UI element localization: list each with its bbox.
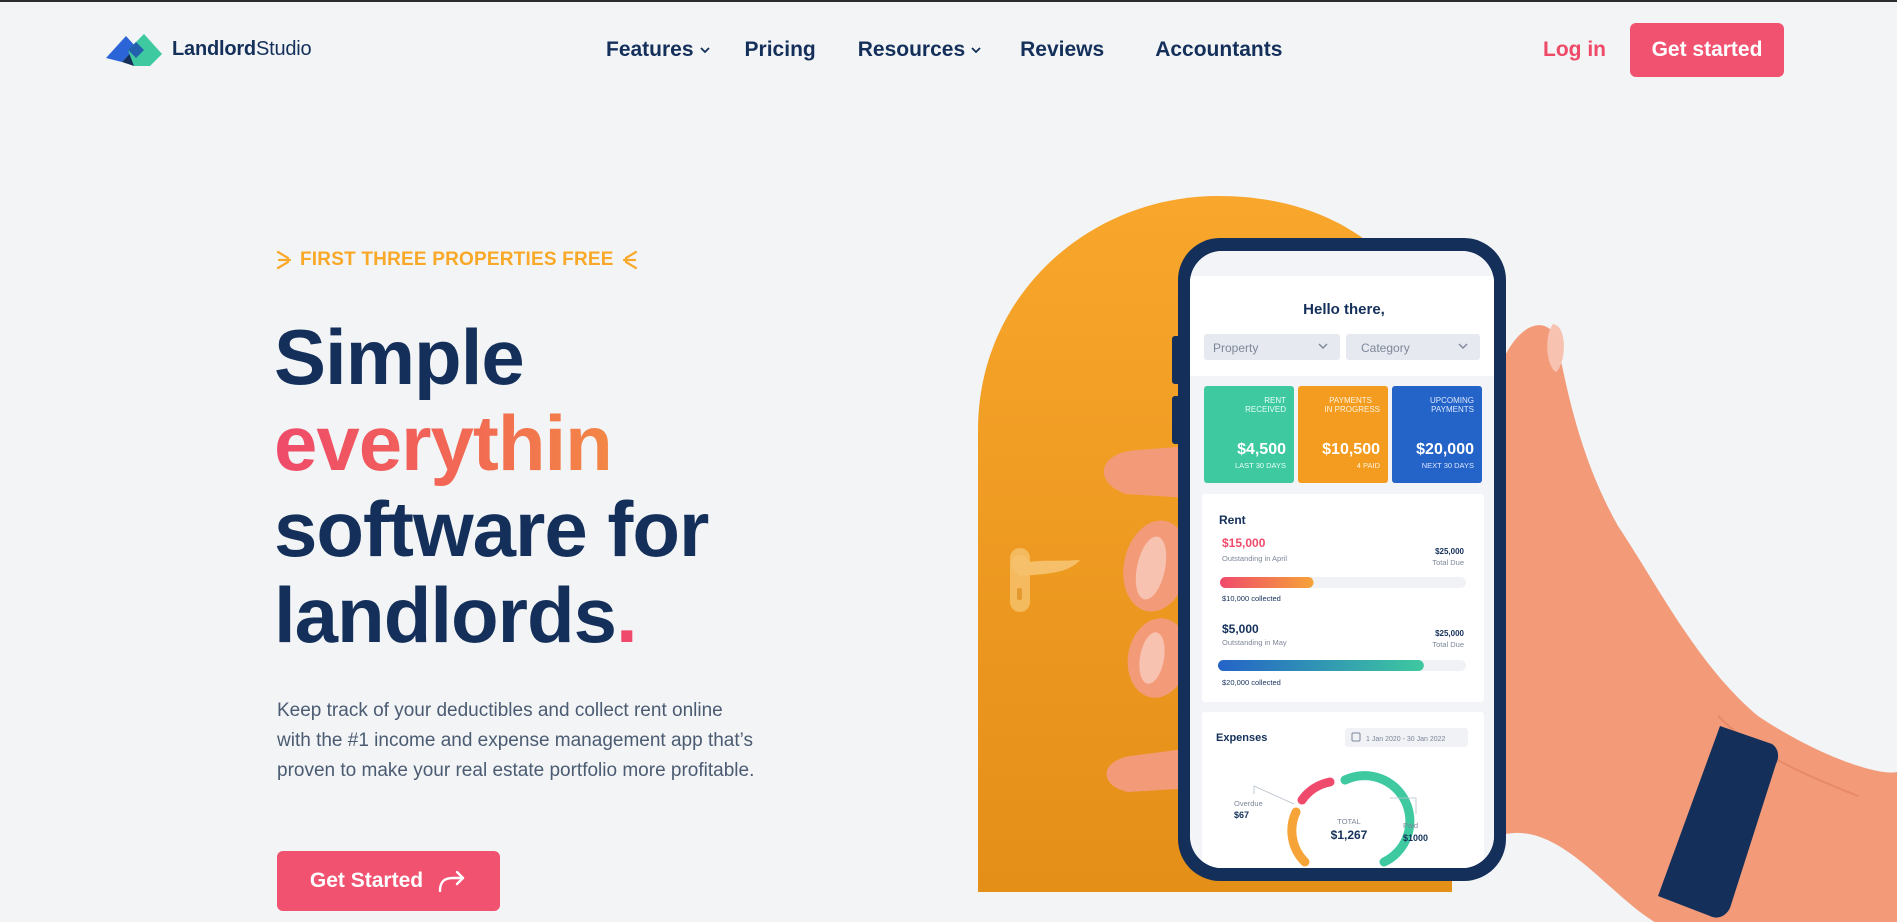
nav-resources[interactable]: Resources <box>858 38 982 62</box>
landlord-studio-logo-icon <box>106 34 162 66</box>
rent-row2-collected: $20,000 collected <box>1222 678 1281 687</box>
card-title-line2: PAYMENTS <box>1431 405 1474 414</box>
card-title-line1: PAYMENTS <box>1329 396 1372 405</box>
hero-get-started-button[interactable]: Get Started <box>277 851 500 911</box>
rent-row2-progress <box>1218 660 1424 671</box>
nav-reviews[interactable]: Reviews <box>1020 38 1104 62</box>
headline-line-4: landlords. <box>274 572 708 658</box>
card-amount: $4,500 <box>1237 441 1286 458</box>
expenses-total-value: $1,267 <box>1331 828 1368 842</box>
login-link[interactable]: Log in <box>1543 38 1606 62</box>
headline-landlords: landlords <box>274 571 617 659</box>
nav-pricing-label: Pricing <box>744 38 816 61</box>
hero-illustration: Hello there, Property Category RENT RECE… <box>978 196 1897 922</box>
rent-row2-label: Outstanding in May <box>1222 638 1287 647</box>
logo-text: LandlordStudio <box>172 37 312 60</box>
filter-property-label: Property <box>1213 341 1258 355</box>
eyebrow: FIRST THREE PROPERTIES FREE <box>276 248 638 272</box>
card-title-line2: IN PROGRESS <box>1324 405 1380 414</box>
hero-get-started-label: Get Started <box>309 869 424 892</box>
stat-card-payments-in-progress[interactable]: PAYMENTS IN PROGRESS $10,500 4 PAID <box>1298 386 1388 483</box>
eyebrow-text: FIRST THREE PROPERTIES FREE <box>300 249 614 270</box>
expenses-panel: Expenses 1 Jan 2020 - 30 Jan 2022 Overdu… <box>1202 712 1484 868</box>
nav-features[interactable]: Features <box>606 38 711 62</box>
date-range-picker[interactable]: 1 Jan 2020 - 30 Jan 2022 <box>1345 728 1468 747</box>
chevron-down-icon <box>971 47 981 54</box>
nav-features-label: Features <box>606 38 694 61</box>
card-subtitle: NEXT 30 DAYS <box>1422 461 1474 470</box>
rent-row1-label: Outstanding in April <box>1222 554 1287 563</box>
hero-headline: Simple everythin software for landlords. <box>274 313 709 658</box>
top-navigation: LandlordStudio Features Pricing Resource… <box>0 2 1897 100</box>
headline-dot: . <box>616 571 638 659</box>
get-started-button[interactable]: Get started <box>1630 23 1784 77</box>
stat-card-rent-received[interactable]: RENT RECEIVED $4,500 LAST 30 DAYS <box>1204 386 1294 483</box>
nav-resources-label: Resources <box>857 38 966 61</box>
expenses-paid-value: $1000 <box>1403 833 1428 843</box>
rent-row1-amount: $15,000 <box>1222 536 1266 550</box>
stat-card-upcoming-payments[interactable]: UPCOMING PAYMENTS $20,000 NEXT 30 DAYS <box>1392 386 1482 483</box>
filter-category-label: Category <box>1361 341 1410 355</box>
rent-row1-total-label: Total Due <box>1432 558 1464 567</box>
nav-accountants[interactable]: Accountants <box>1155 38 1282 62</box>
nav-accountants-label: Accountants <box>1155 38 1283 61</box>
phone-greeting: Hello there, <box>1303 301 1385 318</box>
nav-pricing[interactable]: Pricing <box>745 38 816 62</box>
phone-screen: Hello there, Property Category RENT RECE… <box>1190 251 1494 868</box>
rent-title: Rent <box>1219 513 1246 527</box>
hero-description: Keep track of your deductibles and colle… <box>277 700 755 781</box>
rent-row2-total-label: Total Due <box>1432 640 1464 649</box>
nav-reviews-label: Reviews <box>1020 38 1105 61</box>
rent-panel: Rent $15,000 Outstanding in April $25,00… <box>1202 494 1484 702</box>
filter-property-dropdown[interactable]: Property <box>1204 334 1340 360</box>
sparkle-right-icon <box>622 250 637 270</box>
rent-row1-collected: $10,000 collected <box>1222 594 1281 603</box>
rent-row1-progress <box>1220 577 1314 588</box>
expenses-paid-label: Paid <box>1403 821 1418 830</box>
headline-line-2: everythin <box>274 400 708 486</box>
filter-category-dropdown[interactable]: Category <box>1346 334 1480 360</box>
logo[interactable]: LandlordStudio <box>106 30 312 68</box>
card-amount: $10,500 <box>1322 441 1380 458</box>
rent-row1-total: $25,000 <box>1435 547 1464 556</box>
chevron-down-icon <box>699 47 710 54</box>
expenses-overdue-label: Overdue <box>1234 799 1263 808</box>
expenses-overdue-value: $67 <box>1234 810 1249 820</box>
headline-line-3: software for <box>274 485 709 573</box>
expenses-total-label: TOTAL <box>1337 817 1360 826</box>
sparkle-left-icon <box>276 250 292 270</box>
rent-row2-total: $25,000 <box>1435 629 1464 638</box>
card-title-line1: UPCOMING <box>1430 396 1474 405</box>
card-amount: $20,000 <box>1416 441 1474 458</box>
card-subtitle: LAST 30 DAYS <box>1235 461 1286 470</box>
card-title-line2: RECEIVED <box>1245 405 1286 414</box>
card-title-line1: RENT <box>1264 396 1286 405</box>
date-range-text: 1 Jan 2020 - 30 Jan 2022 <box>1366 736 1446 743</box>
rent-row2-amount: $5,000 <box>1222 622 1259 636</box>
headline-line-1: Simple <box>274 313 525 401</box>
arrow-forward-icon <box>438 870 465 893</box>
main-menu: Features Pricing Resources Reviews Accou… <box>606 38 1282 62</box>
expenses-title: Expenses <box>1216 732 1267 744</box>
card-subtitle: 4 PAID <box>1357 461 1381 470</box>
